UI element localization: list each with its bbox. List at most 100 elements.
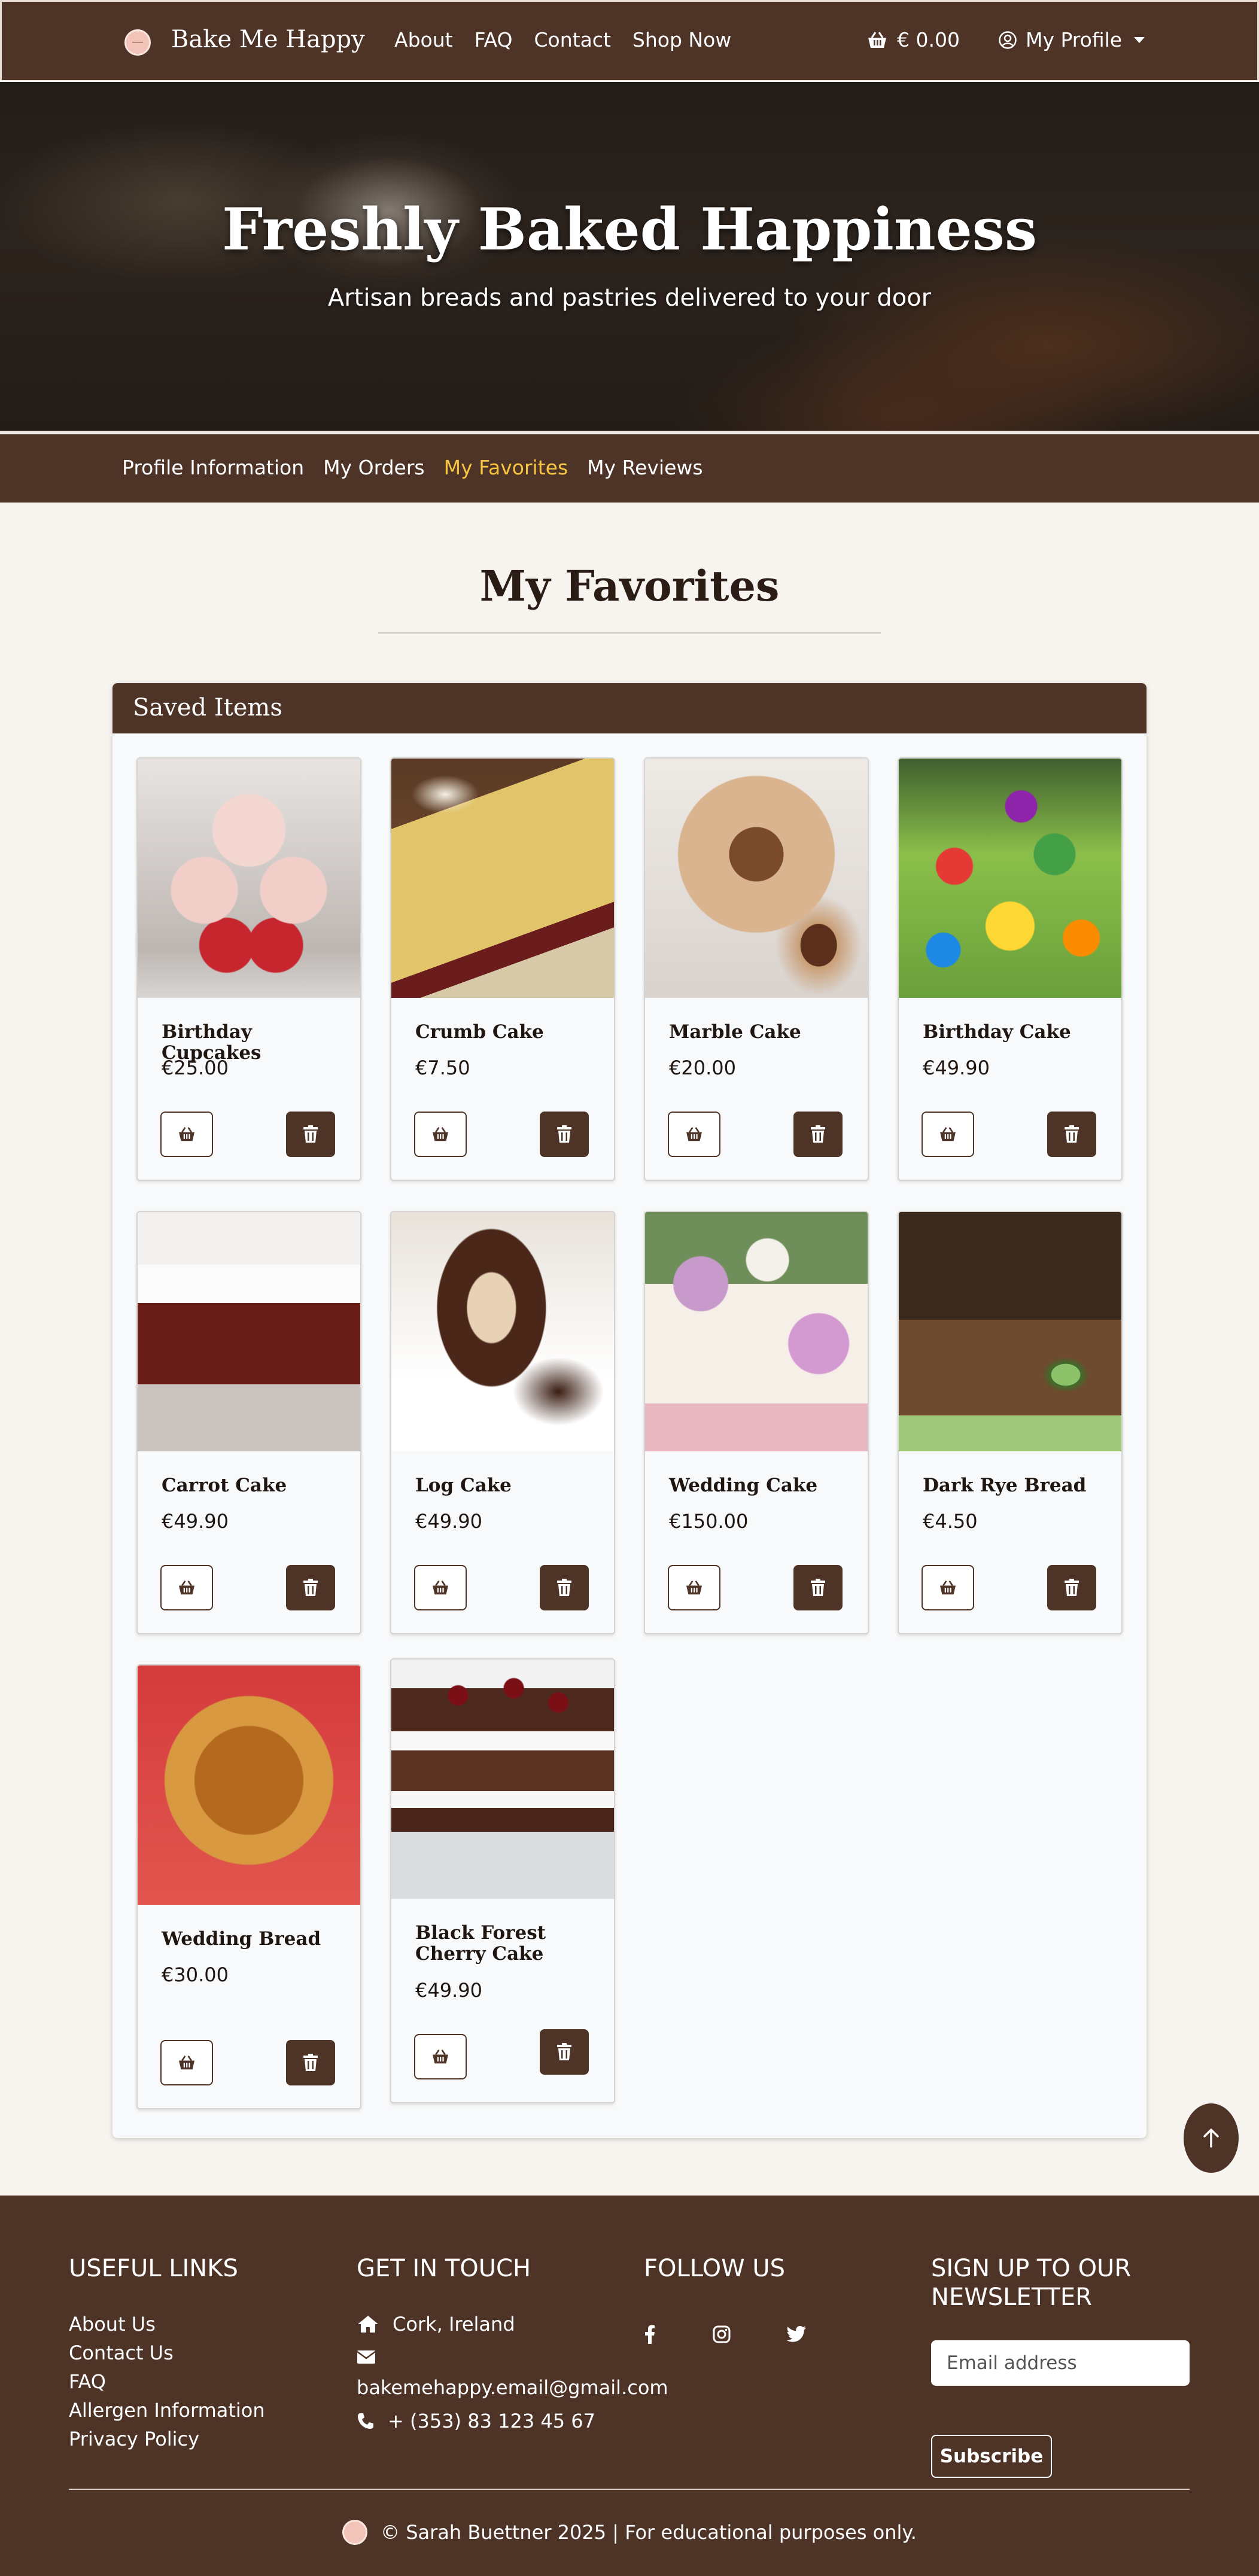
add-to-basket-button[interactable] (160, 1112, 213, 1157)
product-name[interactable]: Wedding Cake (669, 1475, 854, 1496)
product-price: €49.90 (923, 1056, 990, 1079)
favorite-card: Birthday Cake €49.90 (898, 757, 1123, 1181)
product-name[interactable]: Black Forest Cherry Cake (415, 1923, 601, 1965)
contact-phone-text: + (353) 83 123 45 67 (388, 2410, 595, 2432)
product-name[interactable]: Wedding Bread (162, 1929, 347, 1950)
remove-favorite-button[interactable] (286, 1112, 335, 1157)
add-to-basket-button[interactable] (668, 1565, 720, 1610)
footer-link-privacy-policy[interactable]: Privacy Policy (69, 2428, 199, 2450)
add-to-basket-button[interactable] (922, 1112, 974, 1157)
brand-logo[interactable] (124, 29, 151, 56)
product-name[interactable]: Marble Cake (669, 1022, 854, 1043)
trash-icon (557, 2043, 571, 2060)
add-to-basket-button[interactable] (160, 2040, 213, 2085)
footer-link-contact-us[interactable]: Contact Us (69, 2341, 174, 2364)
tab-my-favorites[interactable]: My Favorites (444, 456, 568, 479)
add-to-basket-button[interactable] (922, 1565, 974, 1610)
product-image[interactable] (138, 759, 360, 998)
newsletter-email-input[interactable] (931, 2340, 1190, 2386)
contact-email-link[interactable]: bakemehappy.email@gmail.com (357, 2376, 668, 2399)
favorite-card: Wedding Cake €150.00 (644, 1211, 869, 1634)
favorite-card: Birthday Cupcakes €25.00 (136, 757, 361, 1181)
remove-favorite-button[interactable] (540, 1112, 589, 1157)
chevron-down-icon (1134, 36, 1145, 43)
product-name[interactable]: Log Cake (415, 1475, 601, 1496)
favorite-card: Marble Cake €20.00 (644, 757, 869, 1181)
tab-my-orders[interactable]: My Orders (323, 456, 424, 479)
profile-label: My Profile (1026, 28, 1123, 51)
trash-icon (811, 1579, 825, 1596)
trash-icon (557, 1579, 571, 1596)
footer-link-allergen-information[interactable]: Allergen Information (69, 2399, 265, 2422)
add-to-basket-button[interactable] (414, 1565, 467, 1610)
add-to-basket-button[interactable] (414, 2034, 467, 2079)
subscribe-button[interactable]: Subscribe (931, 2435, 1052, 2478)
product-image[interactable] (391, 1660, 614, 1899)
product-name[interactable]: Dark Rye Bread (923, 1475, 1108, 1496)
hero-banner: Freshly Baked Happiness Artisan breads a… (0, 82, 1259, 433)
remove-favorite-button[interactable] (1047, 1112, 1096, 1157)
brand-name[interactable]: Bake Me Happy (171, 26, 365, 53)
product-image[interactable] (138, 1665, 360, 1905)
product-image[interactable] (391, 1212, 614, 1451)
product-image[interactable] (138, 1212, 360, 1451)
site-footer: USEFUL LINKS About Us Contact Us FAQ All… (0, 2196, 1259, 2576)
product-image[interactable] (899, 1212, 1121, 1451)
copyright-row: © Sarah Buettner 2025 | For educational … (0, 2520, 1259, 2545)
product-image[interactable] (645, 1212, 868, 1451)
basket-icon (179, 2056, 194, 2070)
footer-heading-useful-links: USEFUL LINKS (69, 2255, 238, 2282)
home-icon (358, 2316, 378, 2333)
footer-link-about-us[interactable]: About Us (69, 2313, 156, 2336)
remove-favorite-button[interactable] (540, 2029, 589, 2075)
product-name[interactable]: Carrot Cake (162, 1475, 347, 1496)
scroll-to-top-button[interactable] (1184, 2103, 1239, 2173)
tab-my-reviews[interactable]: My Reviews (587, 456, 703, 479)
nav-link-about[interactable]: About (394, 28, 453, 51)
user-circle-icon (999, 31, 1017, 49)
remove-favorite-button[interactable] (793, 1565, 843, 1610)
instagram-icon[interactable] (710, 2322, 734, 2346)
tab-profile-information[interactable]: Profile Information (122, 456, 304, 479)
favorite-card: Log Cake €49.90 (390, 1211, 615, 1634)
product-image[interactable] (899, 759, 1121, 998)
cart-total: € 0.00 (897, 28, 960, 51)
arrow-up-icon (1203, 2129, 1219, 2148)
facebook-icon[interactable] (638, 2322, 662, 2346)
product-name[interactable]: Crumb Cake (415, 1022, 601, 1043)
add-to-basket-button[interactable] (668, 1112, 720, 1157)
profile-tabs: Profile Information My Orders My Favorit… (0, 434, 1259, 503)
cart-button[interactable]: € 0.00 (867, 28, 960, 51)
favorite-card: Crumb Cake €7.50 (390, 757, 615, 1181)
hero-title: Freshly Baked Happiness (222, 196, 1037, 263)
add-to-basket-button[interactable] (160, 1565, 213, 1610)
product-price: €20.00 (669, 1056, 736, 1079)
remove-favorite-button[interactable] (286, 2040, 335, 2085)
trash-icon (1065, 1579, 1079, 1596)
footer-link-faq[interactable]: FAQ (69, 2370, 106, 2393)
remove-favorite-button[interactable] (1047, 1565, 1096, 1610)
favorite-card: Black Forest Cherry Cake €49.90 (390, 1658, 615, 2103)
remove-favorite-button[interactable] (793, 1112, 843, 1157)
product-image[interactable] (391, 759, 614, 998)
product-image[interactable] (645, 759, 868, 998)
product-name[interactable]: Birthday Cake (923, 1022, 1108, 1043)
add-to-basket-button[interactable] (414, 1112, 467, 1157)
basket-icon (433, 1581, 448, 1595)
footer-heading-get-in-touch: GET IN TOUCH (357, 2255, 531, 2282)
nav-link-faq[interactable]: FAQ (475, 28, 513, 51)
contact-phone: + (353) 83 123 45 67 (357, 2410, 595, 2432)
nav-link-shop-now[interactable]: Shop Now (632, 28, 731, 51)
trash-icon (811, 1125, 825, 1143)
saved-items-title: Saved Items (133, 694, 282, 721)
basket-icon (940, 1127, 956, 1141)
contact-location-text: Cork, Ireland (393, 2313, 515, 2336)
footer-divider (69, 2489, 1190, 2490)
profile-dropdown[interactable]: My Profile (998, 28, 1145, 51)
trash-icon (557, 1125, 571, 1143)
twitter-icon[interactable] (784, 2322, 808, 2346)
nav-link-contact[interactable]: Contact (534, 28, 611, 51)
remove-favorite-button[interactable] (540, 1565, 589, 1610)
saved-items-header: Saved Items (112, 683, 1147, 733)
remove-favorite-button[interactable] (286, 1565, 335, 1610)
